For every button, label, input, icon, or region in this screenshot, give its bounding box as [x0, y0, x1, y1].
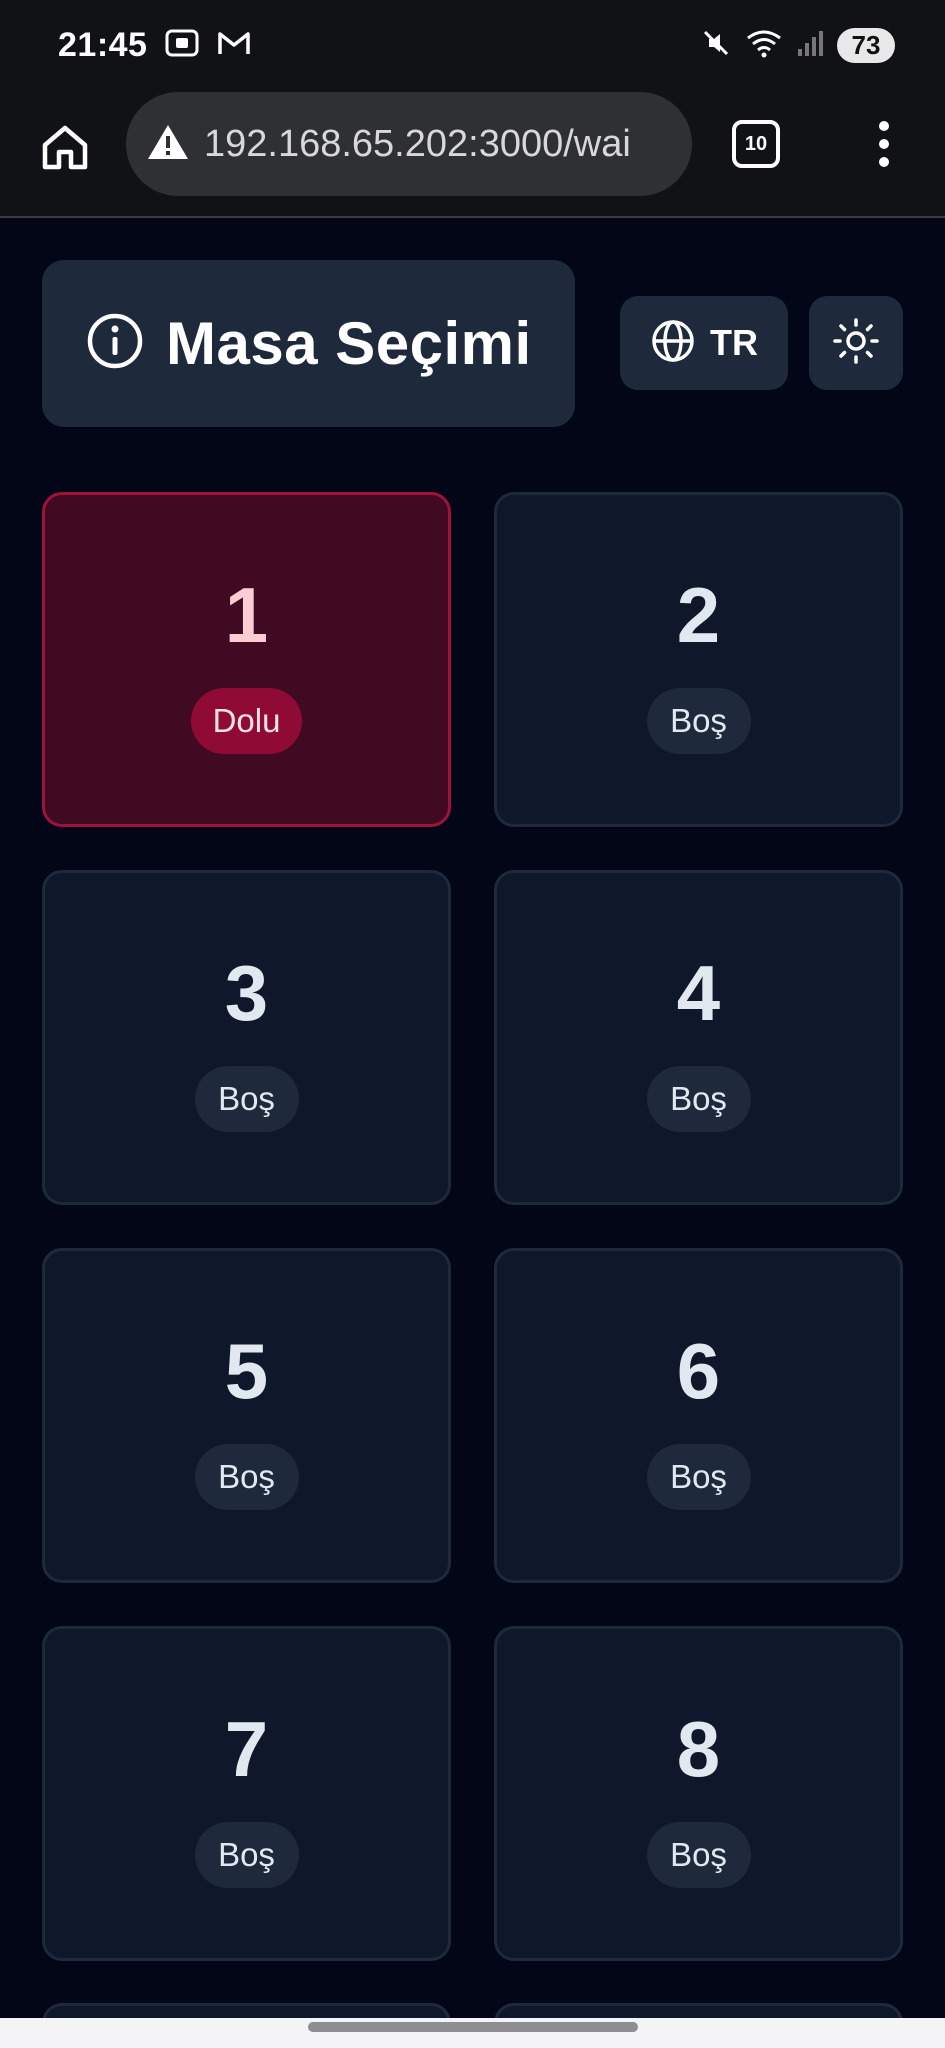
table-grid: 1 Dolu 2 Boş 3 Boş 4 Boş 5 Boş 6 Boş 7 B…	[42, 492, 903, 1961]
status-right: 73	[701, 27, 895, 63]
status-badge: Dolu	[190, 687, 303, 754]
table-card-8[interactable]: 8 Boş	[494, 1626, 903, 1961]
status-badge: Boş	[646, 1821, 751, 1888]
table-number: 7	[224, 1704, 269, 1793]
table-number: 1	[224, 570, 269, 659]
gesture-handle[interactable]	[308, 2022, 638, 2032]
sun-icon	[832, 317, 880, 370]
language-button[interactable]: TR	[620, 296, 788, 390]
language-label: TR	[710, 322, 758, 363]
home-icon[interactable]	[38, 120, 92, 174]
table-number: 6	[676, 1326, 721, 1415]
status-badge: Boş	[194, 1821, 299, 1888]
battery-indicator: 73	[837, 27, 895, 63]
address-bar[interactable]: 192.168.65.202:3000/wai	[126, 92, 692, 196]
theme-toggle-button[interactable]	[809, 296, 903, 390]
table-card-5[interactable]: 5 Boş	[42, 1248, 451, 1583]
status-bar: 21:45 73	[0, 0, 945, 90]
table-number: 2	[676, 570, 721, 659]
more-menu-icon[interactable]	[864, 114, 904, 174]
warning-icon[interactable]	[146, 122, 190, 167]
system-navigation-bar	[0, 2018, 945, 2048]
page-title-card[interactable]: Masa Seçimi	[42, 260, 575, 427]
table-card-1[interactable]: 1 Dolu	[42, 492, 451, 827]
status-badge: Boş	[194, 1443, 299, 1510]
main-content: Masa Seçimi TR 1 Dolu 2 Boş 3 Boş 4 Boş …	[0, 220, 945, 2043]
table-card-7[interactable]: 7 Boş	[42, 1626, 451, 1961]
wifi-icon	[745, 28, 783, 63]
url-text[interactable]: 192.168.65.202:3000/wai	[204, 123, 631, 166]
table-number: 8	[676, 1704, 721, 1793]
gmail-icon	[217, 30, 251, 61]
status-time: 21:45	[58, 25, 148, 64]
table-card-6[interactable]: 6 Boş	[494, 1248, 903, 1583]
table-number: 3	[224, 948, 269, 1037]
status-left: 21:45	[58, 26, 251, 65]
mute-icon	[701, 28, 731, 63]
tab-switcher-button[interactable]: 10	[732, 120, 780, 168]
table-card-2[interactable]: 2 Boş	[494, 492, 903, 827]
tab-count: 10	[744, 132, 768, 155]
screenshot-icon	[165, 28, 199, 63]
table-number: 5	[224, 1326, 269, 1415]
status-badge: Boş	[646, 1065, 751, 1132]
table-number: 4	[676, 948, 721, 1037]
browser-toolbar: 192.168.65.202:3000/wai 10	[0, 90, 945, 218]
info-icon	[86, 312, 144, 375]
status-badge: Boş	[646, 687, 751, 754]
signal-icon	[797, 29, 823, 62]
globe-icon	[650, 318, 696, 369]
page-title: Masa Seçimi	[166, 310, 532, 377]
table-card-3[interactable]: 3 Boş	[42, 870, 451, 1205]
status-badge: Boş	[194, 1065, 299, 1132]
table-card-4[interactable]: 4 Boş	[494, 870, 903, 1205]
status-badge: Boş	[646, 1443, 751, 1510]
